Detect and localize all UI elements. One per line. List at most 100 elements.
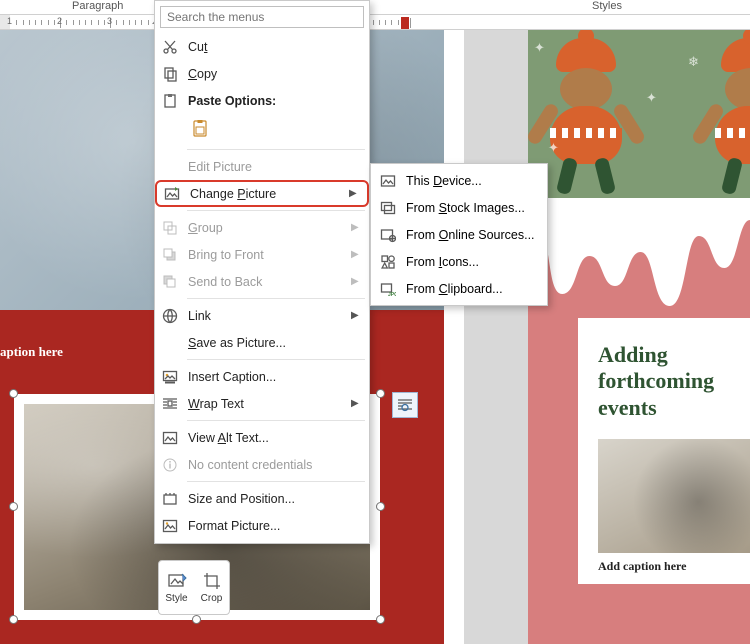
menu-edit-picture-label: Edit Picture [188, 160, 361, 174]
send-to-back-icon [161, 273, 179, 291]
menu-wrap-text[interactable]: Wrap Text ▶ [155, 390, 369, 417]
submenu-from-clipboard-label: From Clipboard... [406, 282, 503, 296]
right-card: Adding forthcoming events Add caption he… [578, 318, 750, 584]
elf-graphic-1 [538, 38, 634, 198]
page-gap [464, 30, 528, 644]
size-position-icon [161, 490, 179, 508]
cut-icon [161, 38, 179, 56]
elf-graphic-2 [703, 38, 750, 198]
menu-cut[interactable]: Cut [155, 33, 369, 60]
format-picture-icon [161, 517, 179, 535]
menu-copy[interactable]: Copy [155, 60, 369, 87]
menu-size-and-position[interactable]: Size and Position... [155, 485, 369, 512]
submenu-this-device-label: This Device... [406, 174, 482, 188]
menu-paste-heading-label: Paste Options: [188, 94, 361, 108]
paste-option-picture[interactable] [188, 116, 214, 142]
menu-view-alt-text[interactable]: View Alt Text... [155, 424, 369, 451]
events-heading[interactable]: Adding forthcoming events [598, 342, 732, 421]
page-right: ✦✦❄✦ Adding forthcoming events Add capti… [528, 30, 750, 644]
menu-change-picture[interactable]: Change Picture ▶ [155, 180, 369, 207]
menu-format-picture-label: Format Picture... [188, 519, 361, 533]
horizontal-ruler[interactable]: 12345678 [0, 14, 750, 30]
chevron-right-icon: ▶ [351, 310, 361, 321]
change-picture-submenu: This Device... From Stock Images... From… [370, 163, 548, 306]
link-icon [161, 307, 179, 325]
menu-no-content-credentials-label: No content credentials [188, 458, 361, 472]
menu-save-as-picture-label: Save as Picture... [188, 336, 361, 350]
online-icon [379, 226, 397, 244]
submenu-from-icons-label: From Icons... [406, 255, 479, 269]
menu-insert-caption-label: Insert Caption... [188, 370, 361, 384]
submenu-stock-images[interactable]: From Stock Images... [371, 194, 547, 221]
info-icon [161, 456, 179, 474]
ribbon-group-styles: Styles [592, 0, 622, 12]
wrap-text-icon [161, 395, 179, 413]
layout-options-button[interactable] [392, 392, 418, 418]
document-canvas[interactable]: aption here ✦✦❄✦ Adding forthcoming even… [0, 30, 750, 644]
change-picture-icon [163, 185, 181, 203]
menu-wrap-text-label: Wrap Text [188, 397, 342, 411]
menu-view-alt-text-label: View Alt Text... [188, 431, 361, 445]
menu-send-to-back: Send to Back ▶ [155, 268, 369, 295]
bring-to-front-icon [161, 246, 179, 264]
picture-mini-toolbar: Style Crop [158, 560, 230, 615]
submenu-online-sources-label: From Online Sources... [406, 228, 535, 242]
right-indent-marker[interactable] [401, 17, 409, 29]
paste-options-row [155, 114, 369, 146]
menu-link-label: Link [188, 309, 342, 323]
menu-edit-picture: Edit Picture [155, 153, 369, 180]
group-icon [161, 219, 179, 237]
right-green-banner: ✦✦❄✦ [528, 30, 750, 208]
resize-handle-mr[interactable] [376, 502, 385, 511]
submenu-this-device[interactable]: This Device... [371, 167, 547, 194]
context-menu: Cut Copy Paste Options: Edit Picture Cha… [154, 0, 370, 544]
copy-icon [161, 65, 179, 83]
menu-save-as-picture[interactable]: Save as Picture... [155, 329, 369, 356]
events-photo[interactable] [598, 439, 750, 553]
menu-group-label: Group [188, 221, 342, 235]
submenu-stock-images-label: From Stock Images... [406, 201, 525, 215]
menu-format-picture[interactable]: Format Picture... [155, 512, 369, 539]
submenu-from-icons[interactable]: From Icons... [371, 248, 547, 275]
menu-send-to-back-label: Send to Back [188, 275, 342, 289]
events-caption[interactable]: Add caption here [598, 559, 732, 574]
menu-paste-heading: Paste Options: [155, 87, 369, 114]
menu-no-content-credentials: No content credentials [155, 451, 369, 478]
menu-link[interactable]: Link ▶ [155, 302, 369, 329]
menu-group: Group ▶ [155, 214, 369, 241]
picture-crop-button[interactable]: Crop [194, 561, 229, 614]
white-drip-shape [528, 198, 750, 318]
resize-handle-bl[interactable] [9, 615, 18, 624]
stock-images-icon [379, 199, 397, 217]
alt-text-icon [161, 429, 179, 447]
chevron-right-icon: ▶ [351, 398, 361, 409]
menu-change-picture-label: Change Picture [190, 187, 340, 201]
device-icon [379, 172, 397, 190]
picture-crop-label: Crop [201, 593, 223, 604]
menu-size-and-position-label: Size and Position... [188, 492, 361, 506]
resize-handle-tl[interactable] [9, 389, 18, 398]
menu-bring-to-front-label: Bring to Front [188, 248, 342, 262]
menu-cut-label: Cut [188, 40, 361, 54]
svg-text:JPG: JPG [388, 292, 396, 297]
menu-bring-to-front: Bring to Front ▶ [155, 241, 369, 268]
resize-handle-tr[interactable] [376, 389, 385, 398]
menu-insert-caption[interactable]: Insert Caption... [155, 363, 369, 390]
clipboard-icon: JPG [379, 280, 397, 298]
resize-handle-ml[interactable] [9, 502, 18, 511]
picture-style-button[interactable]: Style [159, 561, 194, 614]
resize-handle-br[interactable] [376, 615, 385, 624]
ribbon-group-paragraph: Paragraph [72, 0, 123, 12]
paste-icon [161, 92, 179, 110]
picture-style-label: Style [165, 593, 187, 604]
caption-left[interactable]: aption here [0, 344, 63, 360]
menu-search-row [160, 6, 364, 28]
submenu-from-clipboard[interactable]: JPG From Clipboard... [371, 275, 547, 302]
menu-copy-label: Copy [188, 67, 361, 81]
insert-caption-icon [161, 368, 179, 386]
submenu-online-sources[interactable]: From Online Sources... [371, 221, 547, 248]
icons-icon [379, 253, 397, 271]
chevron-right-icon: ▶ [349, 188, 359, 199]
menu-search-input[interactable] [160, 6, 364, 28]
resize-handle-bm[interactable] [192, 615, 201, 624]
